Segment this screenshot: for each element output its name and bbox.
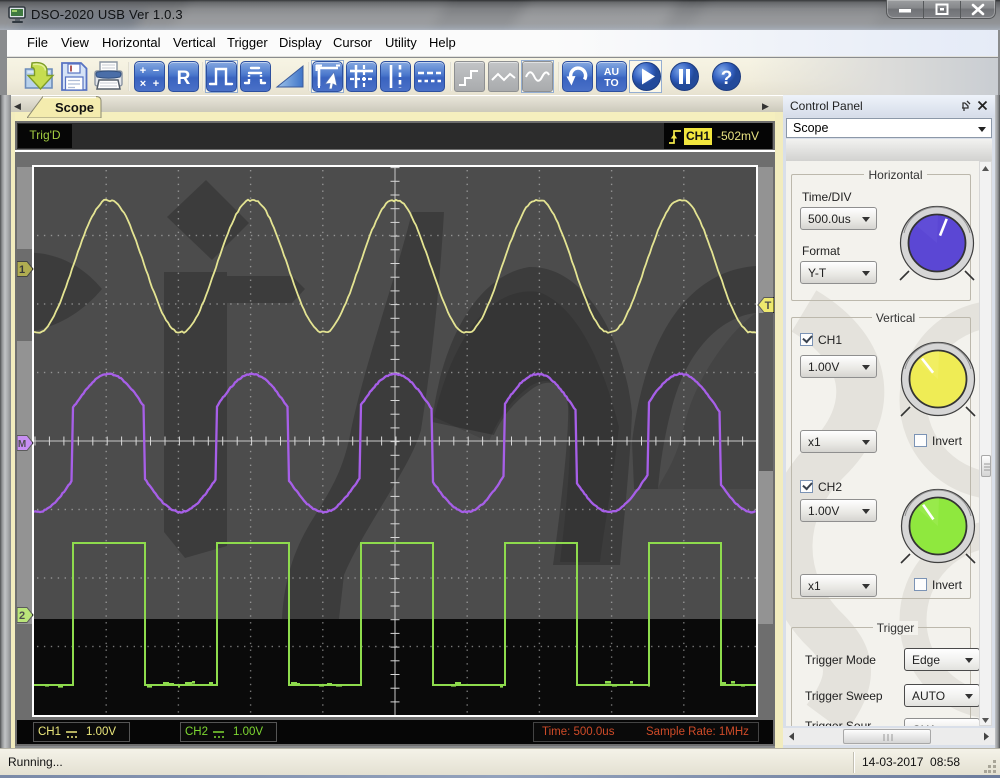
svg-text:+: + [153,78,159,90]
svg-text:TO: TO [604,77,618,89]
svg-text:+: + [140,65,146,77]
svg-text:−: − [153,65,159,77]
svg-text:R: R [177,68,191,89]
svg-text:×: × [140,78,146,90]
svg-text:?: ? [721,68,733,89]
